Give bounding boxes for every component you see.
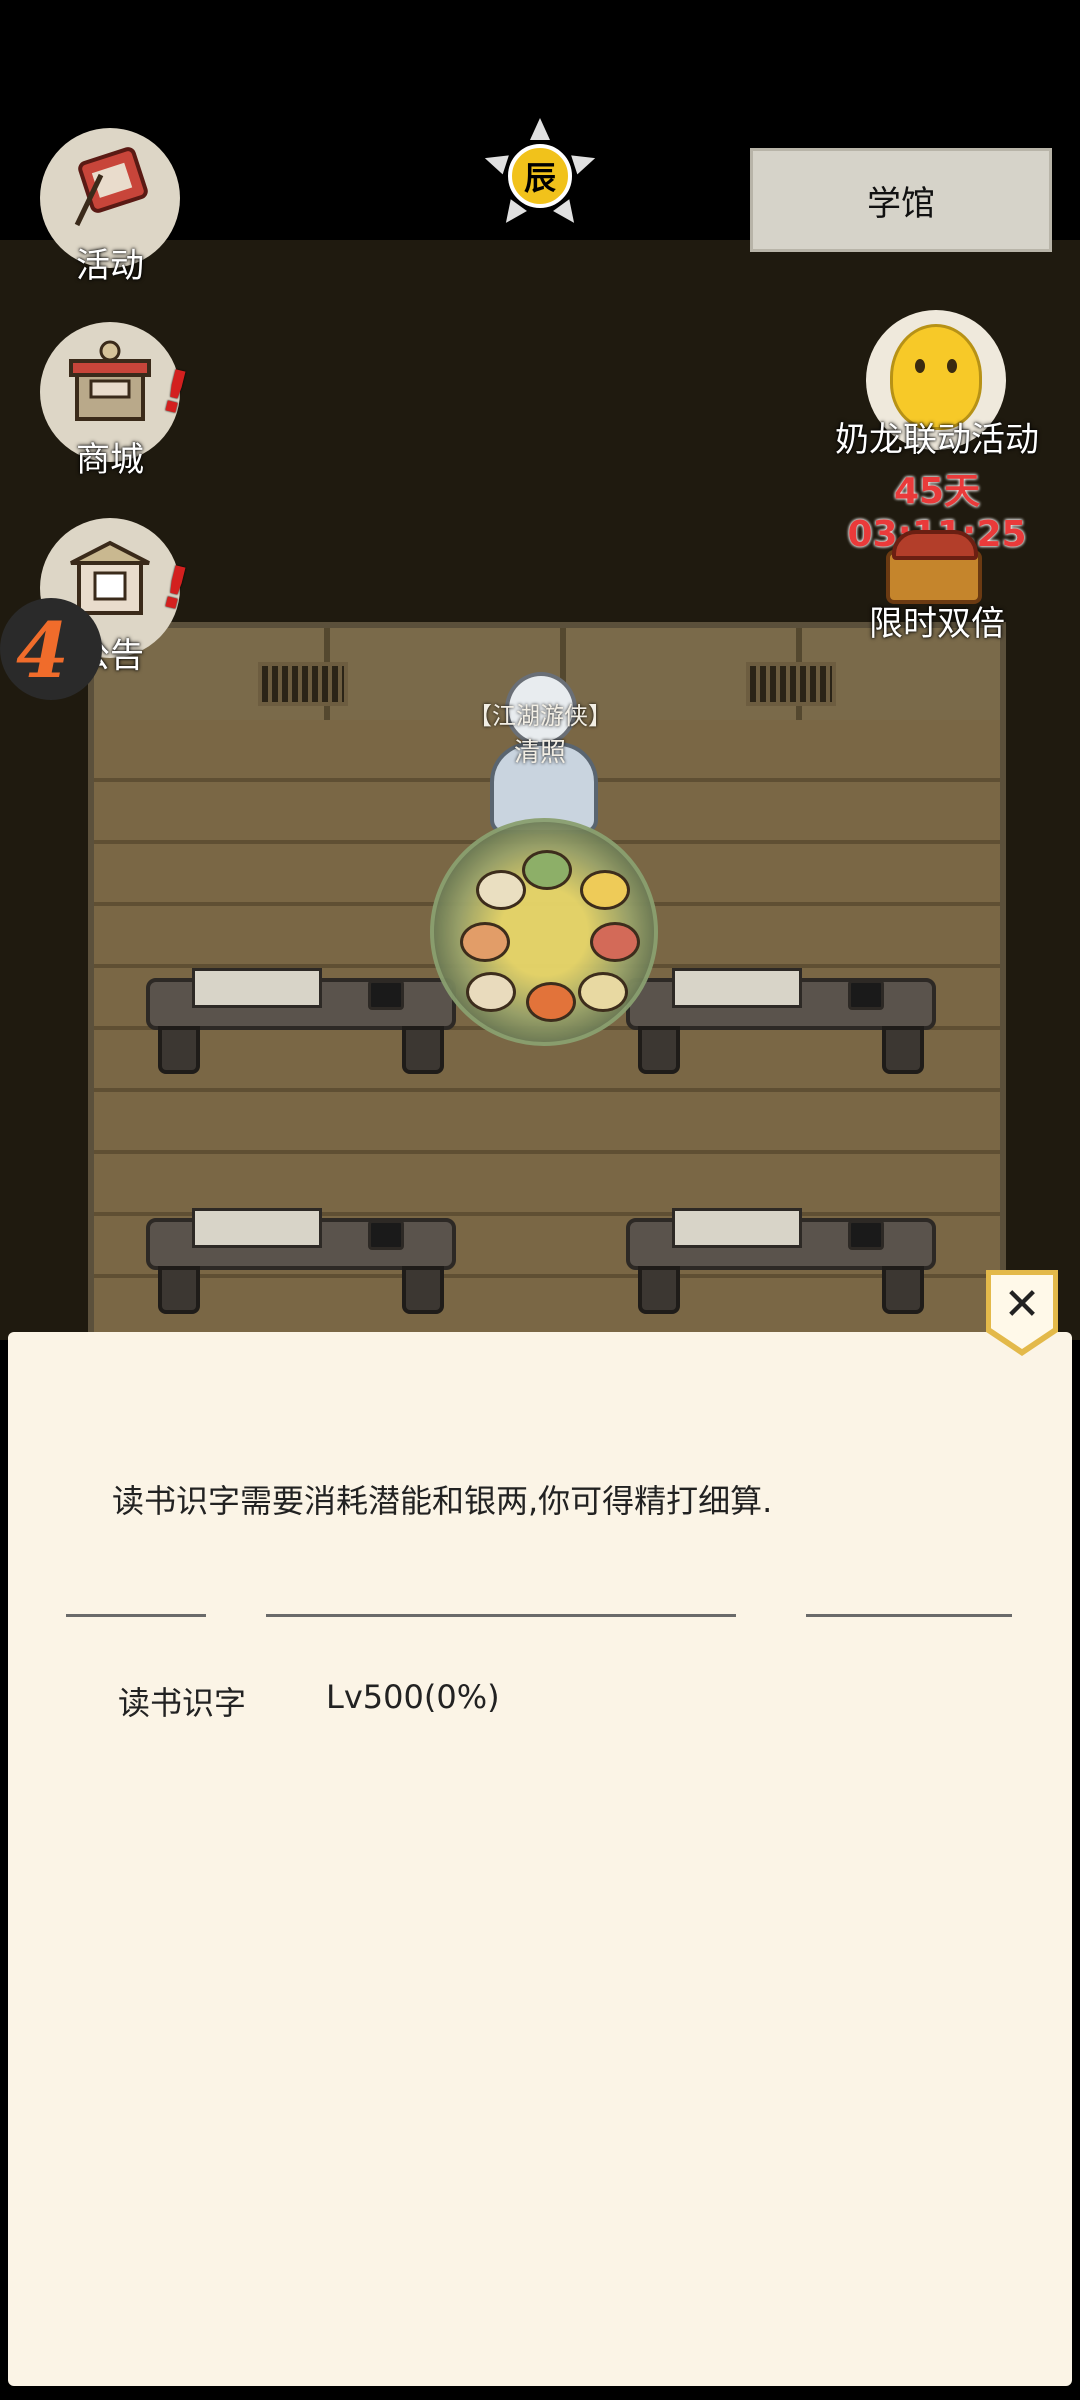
shrimp-dish-icon	[460, 922, 510, 962]
event-banner-icon	[60, 140, 160, 240]
study-desk	[626, 968, 936, 1078]
scroll-icon	[672, 1208, 802, 1248]
panel-description: 读书识字需要消耗潜能和银两,你可得精打细算.	[112, 1482, 773, 1520]
scroll-icon	[192, 1208, 322, 1248]
treasure-chest-icon[interactable]	[880, 524, 992, 606]
skill-row[interactable]: 读书识字 Lv500(0%)	[112, 1676, 712, 1726]
shop-label: 商城	[76, 440, 144, 480]
event-label: 活动	[76, 246, 144, 286]
double-bonus-label: 限时双倍	[869, 604, 1005, 644]
floating-assistant-button[interactable]: 4	[0, 598, 102, 700]
time-char: 辰	[508, 144, 572, 208]
skill-name: 读书识字	[118, 1684, 247, 1722]
egg-dish-icon	[580, 870, 630, 910]
location-button[interactable]: 学馆	[750, 148, 1052, 252]
scroll-icon	[192, 968, 322, 1008]
wall-vent	[258, 662, 348, 706]
shop-stall-icon	[60, 334, 160, 434]
assistant-logo-icon: 4	[16, 606, 69, 695]
study-desk	[626, 1208, 936, 1318]
scroll-icon	[672, 968, 802, 1008]
inkstone-icon	[848, 1220, 884, 1250]
fish-dish-icon	[522, 850, 572, 890]
event-button[interactable]: 活动	[40, 128, 180, 286]
panel-divider	[66, 1614, 1012, 1618]
inkstone-icon	[848, 980, 884, 1010]
bun-dish-icon	[466, 972, 516, 1012]
shop-button[interactable]: ! 商城	[40, 322, 196, 480]
time-of-day-emblem: 辰	[481, 118, 599, 234]
study-desk	[146, 1208, 456, 1318]
skill-level: Lv500(0%)	[326, 1678, 500, 1716]
inkstone-icon	[368, 1220, 404, 1250]
close-icon: ✕	[1003, 1279, 1041, 1330]
meat-dish-icon	[590, 922, 640, 962]
study-desk	[146, 968, 456, 1078]
stirfry-dish-icon	[526, 982, 576, 1022]
npc-title: 【江湖游侠】	[468, 702, 612, 730]
player-character[interactable]	[430, 818, 658, 1046]
collab-event-label: 奶龙联动活动	[835, 420, 1039, 460]
dumpling-icon	[476, 870, 526, 910]
noodle-dish-icon	[578, 972, 628, 1012]
npc-name: 清照	[513, 738, 566, 768]
close-button[interactable]: ✕	[986, 1270, 1058, 1356]
wall-vent	[746, 662, 836, 706]
inkstone-icon	[368, 980, 404, 1010]
